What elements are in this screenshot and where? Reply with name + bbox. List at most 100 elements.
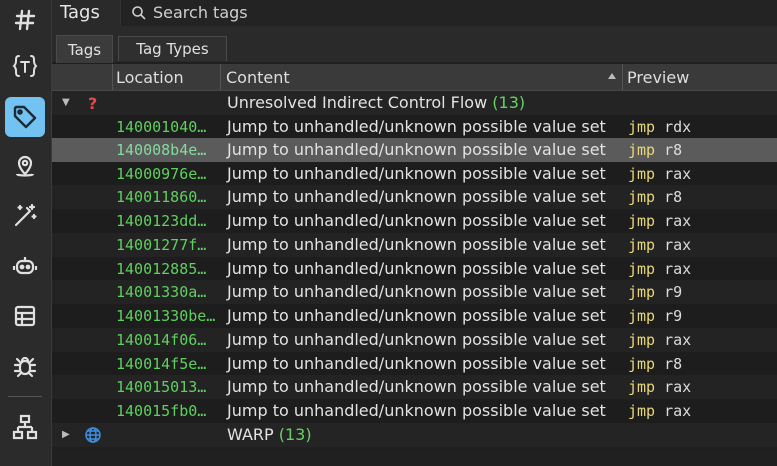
column-preview[interactable]: Preview bbox=[627, 68, 689, 87]
sort-ascending-icon bbox=[608, 73, 616, 79]
search-bar[interactable]: Search tags bbox=[120, 0, 777, 26]
table-row[interactable]: 140014f06… Jump to unhandled/unknown pos… bbox=[52, 328, 777, 352]
row-preview: jmp rax bbox=[628, 375, 691, 399]
type-braces-icon[interactable] bbox=[5, 46, 45, 86]
column-content[interactable]: Content bbox=[226, 68, 290, 87]
globe-icon bbox=[85, 427, 101, 443]
preview-operand: rax bbox=[664, 236, 692, 254]
table-row[interactable]: 14000976e… Jump to unhandled/unknown pos… bbox=[52, 162, 777, 186]
row-location: 14001330a… bbox=[116, 283, 207, 301]
preview-operand: rax bbox=[664, 165, 692, 183]
table-row[interactable]: 140014f5e… Jump to unhandled/unknown pos… bbox=[52, 352, 777, 376]
location-pin-icon[interactable] bbox=[5, 146, 45, 186]
table-row[interactable]: 14001330a… Jump to unhandled/unknown pos… bbox=[52, 280, 777, 304]
preview-operand: rax bbox=[664, 260, 692, 278]
table-row[interactable]: 14001277f… Jump to unhandled/unknown pos… bbox=[52, 233, 777, 257]
tags-header: Tags Search tags bbox=[52, 0, 777, 27]
row-content: Jump to unhandled/unknown possible value… bbox=[227, 140, 606, 159]
preview-mnemonic: jmp bbox=[628, 283, 656, 301]
row-location: 140012885… bbox=[116, 260, 207, 278]
row-preview: jmp rax bbox=[628, 328, 691, 352]
preview-operand: rdx bbox=[664, 118, 692, 136]
table-row[interactable]: 140008b4e… Jump to unhandled/unknown pos… bbox=[52, 138, 777, 162]
row-preview: jmp r8 bbox=[628, 185, 682, 209]
group-row-unresolved[interactable]: ▼ ? Unresolved Indirect Control Flow (13… bbox=[52, 91, 777, 115]
column-divider[interactable] bbox=[622, 64, 623, 90]
preview-operand: rax bbox=[664, 212, 692, 230]
row-location: 140011860… bbox=[116, 188, 207, 206]
row-preview: jmp rax bbox=[628, 162, 691, 186]
row-content: Jump to unhandled/unknown possible value… bbox=[227, 306, 606, 325]
row-location: 140014f06… bbox=[116, 331, 207, 349]
search-icon bbox=[132, 6, 146, 20]
row-content: Jump to unhandled/unknown possible value… bbox=[227, 187, 606, 206]
table-icon[interactable] bbox=[5, 296, 45, 336]
preview-mnemonic: jmp bbox=[628, 212, 656, 230]
row-content: Jump to unhandled/unknown possible value… bbox=[227, 235, 606, 254]
preview-mnemonic: jmp bbox=[628, 331, 656, 349]
tab-tag-types[interactable]: Tag Types bbox=[118, 36, 227, 61]
table-row[interactable]: 140012885… Jump to unhandled/unknown pos… bbox=[52, 257, 777, 281]
column-divider[interactable] bbox=[112, 64, 113, 90]
preview-mnemonic: jmp bbox=[628, 165, 656, 183]
preview-mnemonic: jmp bbox=[628, 236, 656, 254]
row-preview: jmp rax bbox=[628, 233, 691, 257]
row-location: 14001277f… bbox=[116, 236, 207, 254]
row-content: Jump to unhandled/unknown possible value… bbox=[227, 377, 606, 396]
robot-icon[interactable] bbox=[5, 246, 45, 286]
table-row[interactable]: 140011860… Jump to unhandled/unknown pos… bbox=[52, 185, 777, 209]
row-content: Jump to unhandled/unknown possible value… bbox=[227, 211, 606, 230]
table-row[interactable]: 140015013… Jump to unhandled/unknown pos… bbox=[52, 375, 777, 399]
tag-icon[interactable] bbox=[5, 97, 45, 137]
preview-operand: r9 bbox=[664, 307, 683, 325]
row-location: 1400123dd… bbox=[116, 212, 207, 230]
magic-wand-icon[interactable] bbox=[5, 196, 45, 236]
row-preview: jmp rdx bbox=[628, 115, 691, 139]
row-preview: jmp r9 bbox=[628, 280, 682, 304]
row-location: 14001330be… bbox=[116, 307, 216, 325]
row-location: 140015fb0… bbox=[116, 402, 207, 420]
expanded-chevron-icon[interactable]: ▼ bbox=[62, 91, 70, 115]
preview-operand: r9 bbox=[664, 283, 683, 301]
table-row[interactable]: 140015fb0… Jump to unhandled/unknown pos… bbox=[52, 399, 777, 423]
preview-mnemonic: jmp bbox=[628, 260, 656, 278]
row-preview: jmp rax bbox=[628, 399, 691, 423]
table-row[interactable]: 1400123dd… Jump to unhandled/unknown pos… bbox=[52, 209, 777, 233]
row-content: Jump to unhandled/unknown possible value… bbox=[227, 330, 606, 349]
column-location[interactable]: Location bbox=[116, 68, 184, 87]
group-row-warp[interactable]: ▶ WARP (13) bbox=[52, 423, 777, 447]
question-icon: ? bbox=[88, 94, 97, 112]
preview-mnemonic: jmp bbox=[628, 378, 656, 396]
row-content: Jump to unhandled/unknown possible value… bbox=[227, 164, 606, 183]
row-content: Jump to unhandled/unknown possible value… bbox=[227, 282, 606, 301]
preview-mnemonic: jmp bbox=[628, 307, 656, 325]
search-input[interactable]: Search tags bbox=[153, 3, 248, 22]
row-location: 140001040… bbox=[116, 118, 207, 136]
row-location: 14000976e… bbox=[116, 165, 207, 183]
preview-operand: rax bbox=[664, 378, 692, 396]
tag-hash-icon[interactable] bbox=[5, 0, 45, 40]
row-preview: jmp r9 bbox=[628, 304, 682, 328]
collapsed-chevron-icon[interactable]: ▶ bbox=[62, 423, 70, 447]
group-name: Unresolved Indirect Control Flow bbox=[227, 93, 488, 112]
preview-operand: r8 bbox=[664, 355, 683, 373]
table-row[interactable]: 14001330be… Jump to unhandled/unknown po… bbox=[52, 304, 777, 328]
row-preview: jmp r8 bbox=[628, 352, 682, 376]
row-content: Jump to unhandled/unknown possible value… bbox=[227, 259, 606, 278]
preview-operand: rax bbox=[664, 402, 692, 420]
svg-text:?: ? bbox=[88, 94, 97, 112]
tab-tags[interactable]: Tags bbox=[56, 35, 113, 63]
row-location: 140008b4e… bbox=[116, 141, 207, 159]
hierarchy-icon[interactable] bbox=[5, 407, 45, 447]
table-row[interactable]: 140001040… Jump to unhandled/unknown pos… bbox=[52, 115, 777, 139]
row-content: Jump to unhandled/unknown possible value… bbox=[227, 117, 606, 136]
row-location: 140015013… bbox=[116, 378, 207, 396]
preview-mnemonic: jmp bbox=[628, 355, 656, 373]
bug-icon[interactable] bbox=[5, 346, 45, 386]
column-divider[interactable] bbox=[220, 64, 221, 90]
row-preview: jmp rax bbox=[628, 209, 691, 233]
group-name: WARP bbox=[227, 425, 274, 444]
preview-mnemonic: jmp bbox=[628, 141, 656, 159]
tab-bar: Tags Tag Types bbox=[52, 27, 777, 63]
group-count: (13) bbox=[492, 93, 526, 112]
